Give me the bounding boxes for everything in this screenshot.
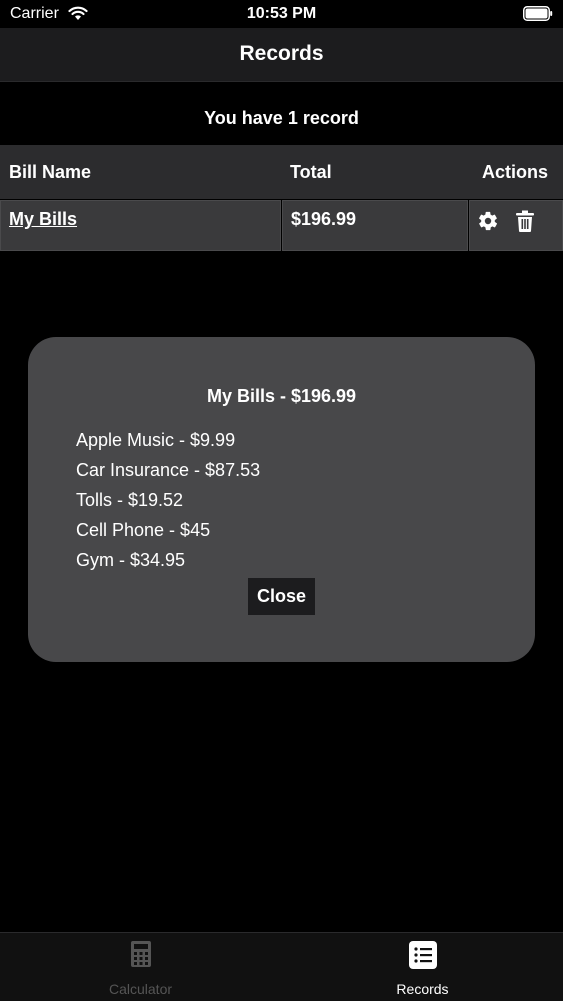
tab-calculator-label: Calculator bbox=[108, 981, 173, 997]
navigation-bar: Records bbox=[0, 28, 563, 82]
battery-icon bbox=[523, 6, 553, 21]
bill-total-value: $196.99 bbox=[291, 209, 357, 229]
list-icon bbox=[408, 941, 437, 969]
table-row: My Bills $196.99 bbox=[0, 199, 563, 253]
table-header: Bill Name Total Actions bbox=[0, 145, 563, 199]
calculator-icon bbox=[130, 941, 151, 967]
list-item: Cell Phone - $45 bbox=[76, 520, 211, 540]
list-item: Apple Music - $9.99 bbox=[76, 430, 236, 450]
modal-title: My Bills - $196.99 bbox=[206, 386, 357, 406]
status-time: 10:53 PM bbox=[246, 5, 317, 22]
bill-details-modal: My Bills - $196.99 Apple Music - $9.99 C… bbox=[28, 337, 535, 662]
tab-records[interactable]: Records bbox=[282, 933, 563, 1001]
page-title: Records bbox=[239, 42, 324, 65]
bill-name-link[interactable]: My Bills bbox=[9, 209, 77, 230]
column-header-bill-name: Bill Name bbox=[9, 162, 92, 182]
column-header-actions: Actions bbox=[481, 162, 548, 182]
bill-name-cell: My Bills bbox=[0, 200, 281, 251]
record-count-text: You have 1 record bbox=[204, 108, 359, 128]
tab-bar: Calculator Records bbox=[0, 932, 563, 1001]
bill-actions-cell bbox=[469, 200, 563, 251]
trash-icon[interactable] bbox=[516, 210, 534, 232]
list-item: Tolls - $19.52 bbox=[76, 490, 184, 510]
close-button[interactable]: Close bbox=[248, 578, 315, 615]
gear-icon[interactable] bbox=[477, 210, 499, 232]
tab-calculator[interactable]: Calculator bbox=[0, 933, 281, 1001]
status-bar: Carrier 10:53 PM bbox=[0, 0, 563, 28]
bill-items-list: Apple Music - $9.99 Car Insurance - $87.… bbox=[76, 427, 260, 577]
records-table: Bill Name Total Actions My Bills $196.99 bbox=[0, 145, 563, 253]
tab-records-label: Records bbox=[396, 981, 449, 997]
bill-total-cell: $196.99 bbox=[282, 200, 468, 251]
list-item: Car Insurance - $87.53 bbox=[76, 460, 261, 480]
list-item: Gym - $34.95 bbox=[76, 550, 186, 570]
column-header-total: Total bbox=[290, 162, 332, 182]
